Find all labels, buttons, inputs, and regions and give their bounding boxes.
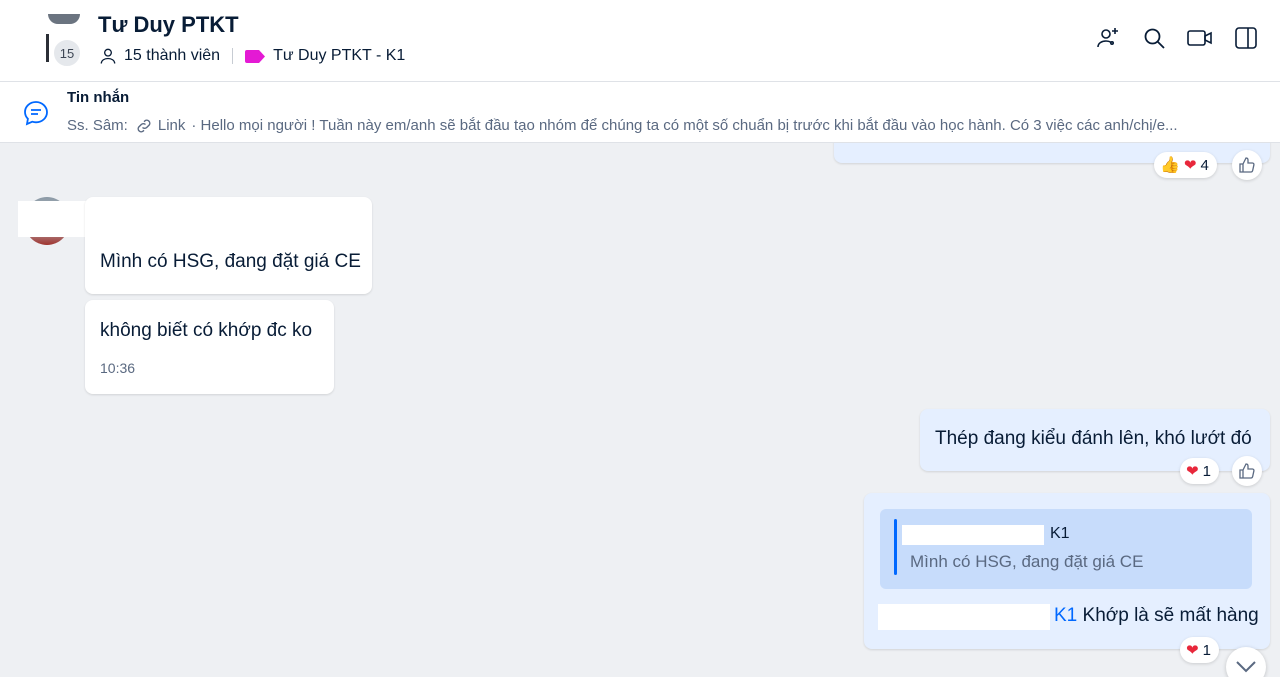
message-text: không biết có khớp đc ko bbox=[100, 320, 313, 341]
message-text: Mình có HSG, đang đặt giá CE bbox=[100, 251, 361, 272]
outgoing-message-bubble[interactable]: Thép đang kiểu đánh lên, khó lướt đó bbox=[920, 409, 1270, 471]
group-title[interactable]: Tư Duy PTKT bbox=[98, 12, 239, 38]
meta-divider bbox=[232, 48, 234, 64]
member-count-badge: 15 bbox=[52, 38, 82, 68]
group-avatar[interactable]: 15 bbox=[46, 14, 86, 68]
tag-icon bbox=[245, 49, 266, 63]
chevron-down-icon bbox=[1236, 661, 1256, 673]
tag-label[interactable]: Tư Duy PTKT - K1 bbox=[273, 47, 405, 65]
pinned-title: Tin nhắn bbox=[67, 89, 130, 106]
pinned-sender: Ss. Sâm: bbox=[67, 117, 128, 134]
members-label[interactable]: 15 thành viên bbox=[124, 47, 220, 65]
message-icon bbox=[24, 101, 48, 126]
heart-icon: ❤ bbox=[1183, 157, 1197, 174]
like-button[interactable] bbox=[1232, 150, 1262, 180]
add-member-icon[interactable] bbox=[1094, 24, 1122, 52]
heart-icon: ❤ bbox=[1186, 642, 1199, 659]
video-call-icon[interactable] bbox=[1186, 24, 1214, 52]
reaction-summary[interactable]: 👍 ❤ 4 bbox=[1154, 152, 1217, 178]
thumbs-up-outline-icon bbox=[1239, 463, 1255, 479]
heart-icon: ❤ bbox=[1186, 463, 1199, 480]
pinned-text: · Hello mọi người ! Tuần này em/anh sẽ b… bbox=[191, 117, 1178, 134]
header-actions bbox=[1094, 24, 1260, 52]
redacted-quote-name bbox=[902, 525, 1044, 545]
reaction-count: 1 bbox=[1202, 462, 1211, 480]
message-body: Khớp là sẽ mất hàng bbox=[1077, 605, 1259, 626]
like-button[interactable] bbox=[1232, 456, 1262, 486]
reaction-summary[interactable]: ❤ 1 bbox=[1180, 458, 1219, 484]
avatar-image bbox=[48, 14, 80, 24]
thumbs-up-icon: 👍 bbox=[1160, 157, 1180, 174]
message-text: Thép đang kiểu đánh lên, khó lướt đó bbox=[935, 428, 1252, 449]
user-icon bbox=[100, 48, 116, 64]
pinned-link-label: Link bbox=[157, 117, 186, 134]
quote-bar bbox=[894, 519, 897, 575]
reaction-count: 4 bbox=[1200, 156, 1209, 174]
sidebar-toggle-icon[interactable] bbox=[1232, 24, 1260, 52]
redacted-name bbox=[18, 201, 88, 237]
incoming-message-bubble[interactable]: Mình có HSG, đang đặt giá CE bbox=[85, 197, 372, 294]
message-list[interactable]: 👍 ❤ 4 Mình có HSG, đang đặt giá CE không… bbox=[0, 143, 1280, 677]
scroll-to-bottom-button[interactable] bbox=[1226, 647, 1266, 677]
quote-sender: K1 bbox=[1050, 525, 1070, 542]
chat-header: 15 Tư Duy PTKT 15 thành viên Tư Duy PTKT… bbox=[0, 0, 1280, 82]
search-icon[interactable] bbox=[1140, 24, 1168, 52]
link-icon bbox=[137, 119, 151, 132]
mention-link[interactable]: K1 bbox=[1054, 605, 1077, 626]
message-time: 10:36 bbox=[100, 360, 136, 376]
reaction-summary[interactable]: ❤ 1 bbox=[1180, 637, 1219, 663]
incoming-message-bubble[interactable]: không biết có khớp đc ko 10:36 bbox=[85, 300, 334, 394]
reaction-count: 1 bbox=[1202, 641, 1211, 659]
message-text: K1 Khớp là sẽ mất hàng bbox=[1054, 605, 1259, 627]
thumbs-up-outline-icon bbox=[1239, 157, 1255, 173]
avatar-edge bbox=[46, 34, 49, 62]
quote-text: Mình có HSG, đang đặt giá CE bbox=[910, 552, 1144, 571]
redacted-mention bbox=[878, 604, 1050, 630]
quoted-message[interactable]: K1 Mình có HSG, đang đặt giá CE bbox=[880, 509, 1252, 589]
pinned-preview: Ss. Sâm: Link · Hello mọi người ! Tuần n… bbox=[67, 117, 1247, 134]
pinned-message-bar[interactable]: Tin nhắn Ss. Sâm: Link · Hello mọi người… bbox=[0, 82, 1280, 143]
group-meta: 15 thành viên Tư Duy PTKT - K1 bbox=[98, 46, 405, 66]
